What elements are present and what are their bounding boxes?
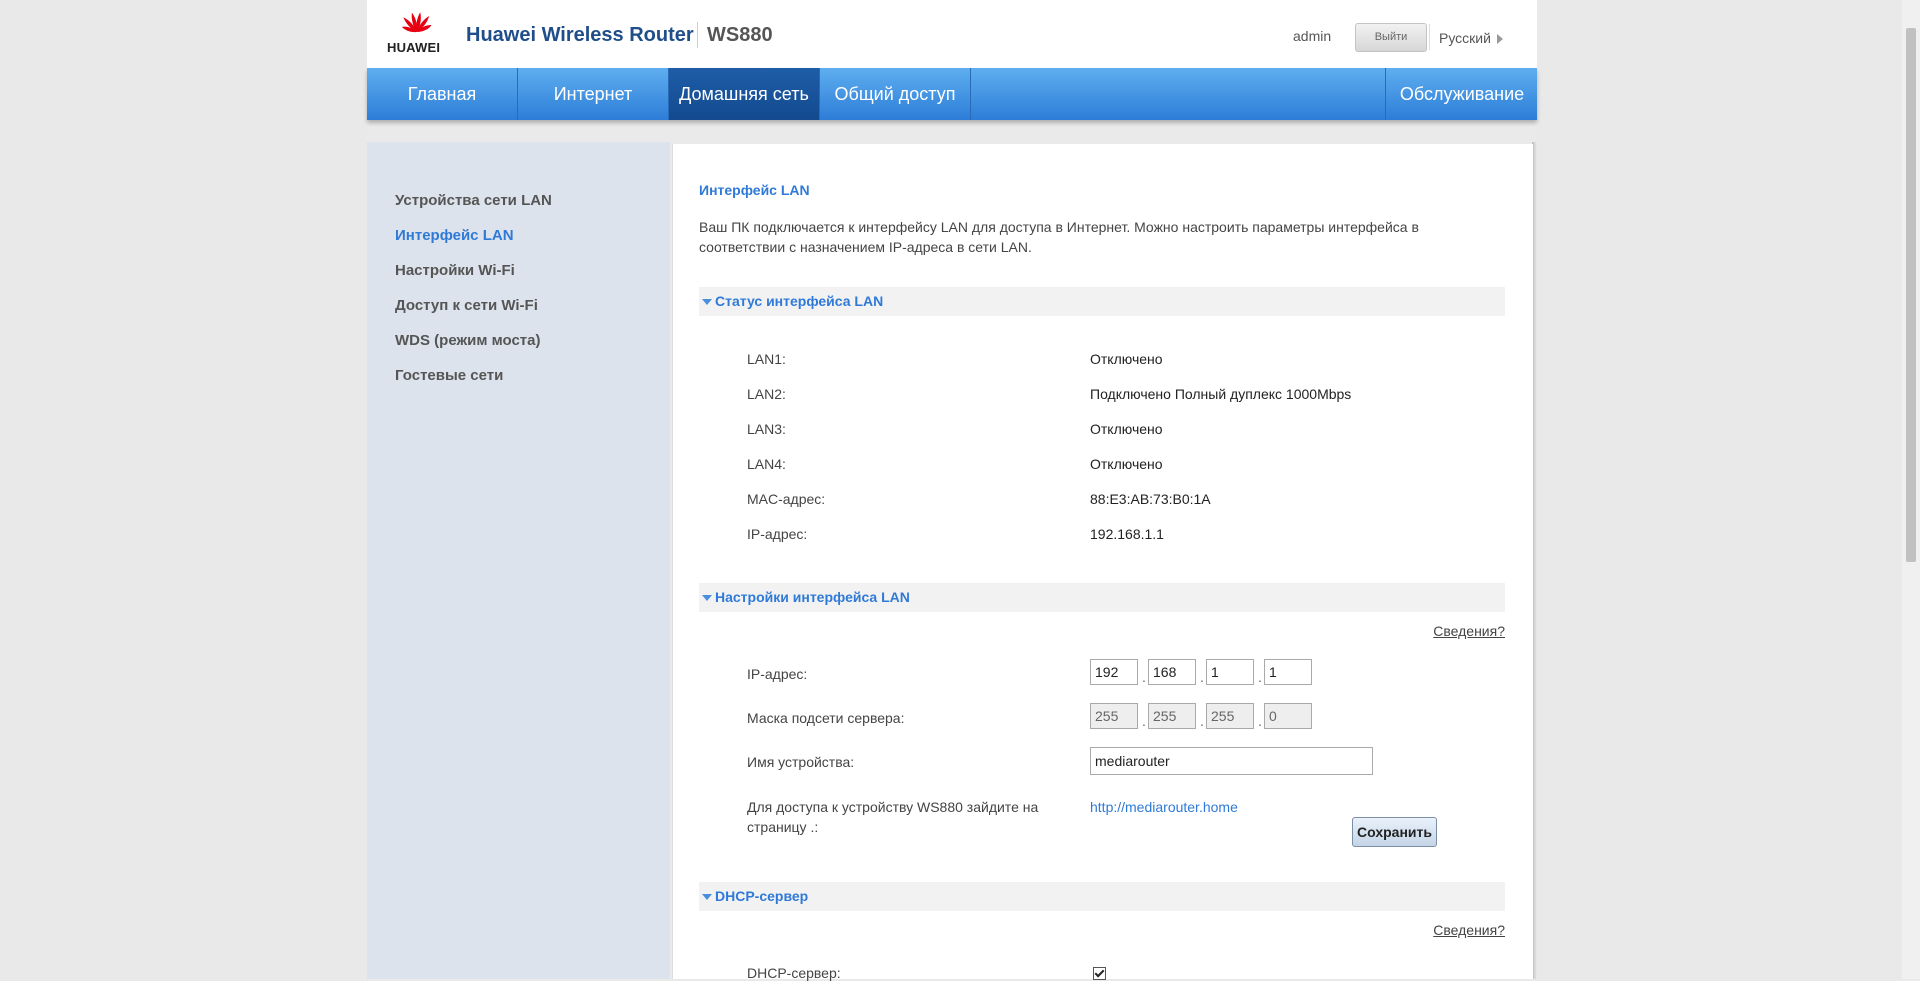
sidebar-item-guest-networks[interactable]: Гостевые сети xyxy=(395,367,503,384)
language-divider xyxy=(1429,24,1430,50)
dot-separator: . xyxy=(1258,669,1262,685)
dot-separator: . xyxy=(1200,713,1204,729)
scrollbar[interactable] xyxy=(1902,0,1920,979)
collapse-arrow-icon xyxy=(702,299,712,305)
subnet-mask-label: Маска подсети сервера: xyxy=(747,710,905,726)
dot-separator: . xyxy=(1142,713,1146,729)
status-value: Отключено xyxy=(1090,351,1163,367)
nav-home[interactable]: Главная xyxy=(367,68,518,120)
dot-separator: . xyxy=(1200,669,1204,685)
section-lan-status[interactable]: Статус интерфейса LAN xyxy=(699,287,1505,316)
nav-maintenance[interactable]: Обслуживание xyxy=(1385,68,1538,120)
sidebar-item-wifi-access[interactable]: Доступ к сети Wi-Fi xyxy=(395,297,538,314)
username: admin xyxy=(1293,28,1332,44)
scrollbar-thumb[interactable] xyxy=(1906,28,1916,562)
access-label: Для доступа к устройству WS880 зайдите н… xyxy=(747,799,1039,835)
status-label: LAN1: xyxy=(747,351,786,367)
mask-octet-2 xyxy=(1148,703,1196,729)
mask-octet-4 xyxy=(1264,703,1312,729)
main-nav: Главная Интернет Домашняя сеть Общий дос… xyxy=(367,68,1537,120)
sidebar-item-wifi-settings[interactable]: Настройки Wi-Fi xyxy=(395,262,515,279)
ip-octet-4[interactable] xyxy=(1264,659,1312,685)
access-link[interactable]: http://mediarouter.home xyxy=(1090,799,1238,815)
dot-separator: . xyxy=(1142,669,1146,685)
status-label: LAN4: xyxy=(747,456,786,472)
header: HUAWEI Huawei Wireless Router WS880 admi… xyxy=(367,0,1537,68)
mask-octet-1 xyxy=(1090,703,1138,729)
device-name-input[interactable] xyxy=(1090,747,1373,775)
language-selector[interactable]: Русский xyxy=(1439,30,1503,46)
logout-button[interactable]: Выйти xyxy=(1355,23,1427,52)
help-link[interactable]: Сведения? xyxy=(1433,623,1505,639)
status-value: Подключено Полный дуплекс 1000Mbps xyxy=(1090,386,1352,402)
status-label: MAC-адрес: xyxy=(747,491,826,507)
save-button[interactable]: Сохранить xyxy=(1352,817,1437,847)
ip-octet-1[interactable] xyxy=(1090,659,1138,685)
page-title: Интерфейс LAN xyxy=(699,182,810,198)
dhcp-checkbox[interactable] xyxy=(1093,967,1106,980)
router-page: HUAWEI Huawei Wireless Router WS880 admi… xyxy=(367,0,1537,981)
main-content: Интерфейс LAN Ваш ПК подключается к инте… xyxy=(672,144,1533,981)
help-link[interactable]: Сведения? xyxy=(1433,922,1505,938)
section-title: Настройки интерфейса LAN xyxy=(715,589,910,605)
status-label: IP-адрес: xyxy=(747,526,808,542)
nav-internet[interactable]: Интернет xyxy=(518,68,669,120)
device-name-label: Имя устройства: xyxy=(747,754,855,770)
brand-title: Huawei Wireless Router xyxy=(466,24,694,46)
section-title: DHCP-сервер xyxy=(715,888,809,904)
ip-address-label: IP-адрес: xyxy=(747,666,808,682)
collapse-arrow-icon xyxy=(702,595,712,601)
sidebar-item-lan-devices[interactable]: Устройства сети LAN xyxy=(395,192,552,209)
brand-divider xyxy=(697,22,698,48)
status-value: Отключено xyxy=(1090,456,1163,472)
sidebar-item-wds[interactable]: WDS (режим моста) xyxy=(395,332,540,349)
sidebar: Устройства сети LAN Интерфейс LAN Настро… xyxy=(367,142,670,979)
logo-text: HUAWEI xyxy=(387,40,441,55)
dot-separator: . xyxy=(1258,713,1262,729)
ip-octet-2[interactable] xyxy=(1148,659,1196,685)
nav-home-network[interactable]: Домашняя сеть xyxy=(669,68,820,120)
ip-octet-3[interactable] xyxy=(1206,659,1254,685)
status-label: LAN2: xyxy=(747,386,786,402)
section-dhcp[interactable]: DHCP-сервер xyxy=(699,882,1505,911)
nav-sharing[interactable]: Общий доступ xyxy=(820,68,971,120)
language-label: Русский xyxy=(1439,30,1491,46)
mask-octet-3 xyxy=(1206,703,1254,729)
status-value: Отключено xyxy=(1090,421,1163,437)
collapse-arrow-icon xyxy=(702,894,712,900)
chevron-right-icon xyxy=(1496,34,1503,45)
sidebar-item-lan-interface[interactable]: Интерфейс LAN xyxy=(395,227,514,244)
status-value: 192.168.1.1 xyxy=(1090,526,1164,542)
section-lan-settings[interactable]: Настройки интерфейса LAN xyxy=(699,583,1505,612)
page-description: Ваш ПК подключается к интерфейсу LAN для… xyxy=(699,219,1419,255)
status-value: 88:E3:AB:73:B0:1A xyxy=(1090,491,1211,507)
status-label: LAN3: xyxy=(747,421,786,437)
section-title: Статус интерфейса LAN xyxy=(715,293,884,309)
model-name: WS880 xyxy=(707,24,773,46)
